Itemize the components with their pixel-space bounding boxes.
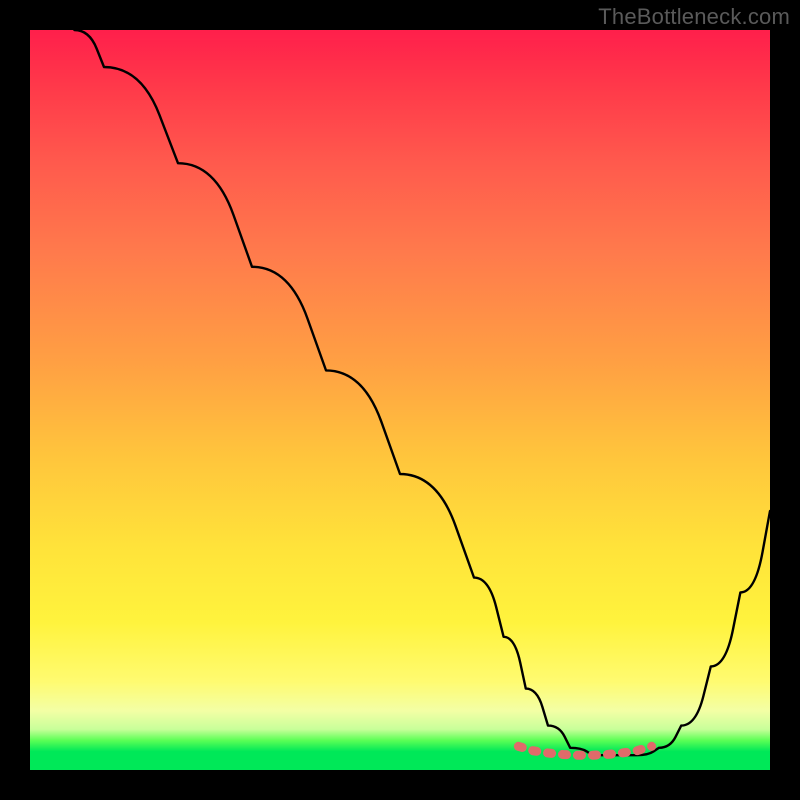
curve-layer — [30, 30, 770, 770]
plot-area — [30, 30, 770, 770]
watermark-text: TheBottleneck.com — [598, 4, 790, 30]
main-curve — [74, 30, 770, 755]
chart-container: TheBottleneck.com — [0, 0, 800, 800]
